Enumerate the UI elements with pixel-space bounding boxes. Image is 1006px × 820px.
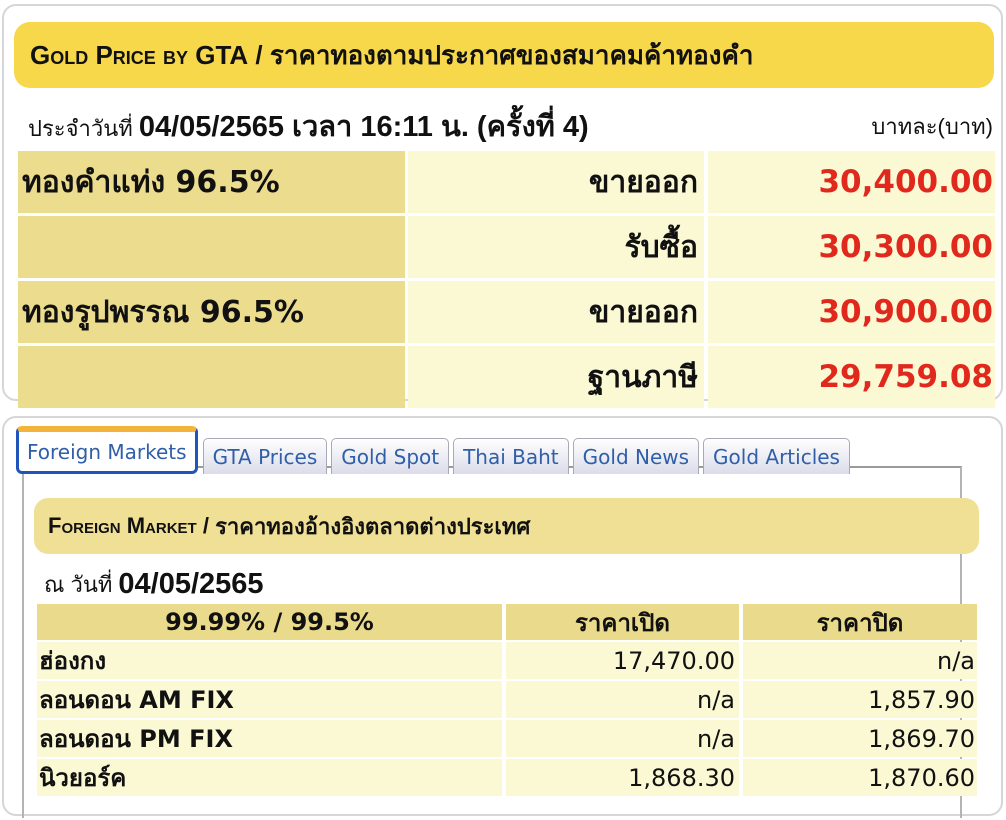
gta-price-row: ฐานภาษี 29,759.08 (18, 346, 995, 408)
table-row: นิวยอร์ค 1,868.30 1,870.60 (37, 759, 977, 796)
tab-gold-articles[interactable]: Gold Articles (703, 438, 850, 474)
gta-price-type: ขายออก (408, 151, 704, 213)
close-price: 1,857.90 (743, 681, 977, 718)
table-row: ลอนดอน AM FIX n/a 1,857.90 (37, 681, 977, 718)
tab-gold-spot[interactable]: Gold Spot (331, 438, 450, 474)
column-header-purity: 99.99% / 99.5% (37, 604, 502, 640)
foreign-date: ณ วันที่ 04/05/2565 (44, 564, 264, 604)
market-name: ลอนดอน AM FIX (37, 681, 502, 718)
foreign-market-header: Foreign Market / ราคาทองอ้างอิงตลาดต่างป… (34, 498, 979, 554)
tab-bar: Foreign Markets GTA Prices Gold Spot Tha… (16, 424, 854, 474)
foreign-date-value: 04/05/2565 (118, 567, 264, 600)
gta-unit-label: บาทละ(บาท) (871, 113, 993, 139)
open-price: 17,470.00 (506, 642, 739, 679)
gta-product-name: ทองรูปพรรณ 96.5% (18, 281, 405, 343)
close-price: 1,869.70 (743, 720, 977, 757)
open-price: 1,868.30 (506, 759, 739, 796)
foreign-header-separator: / (196, 513, 216, 538)
open-price: n/a (506, 720, 739, 757)
gta-date-value: 04/05/2565 เวลา 16:11 น. (ครั้งที่ 4) (138, 111, 589, 143)
gta-price-row: ทองคำแท่ง 96.5% ขายออก 30,400.00 (18, 151, 995, 213)
column-header-open: ราคาเปิด (506, 604, 739, 640)
open-price: n/a (506, 681, 739, 718)
table-row: ลอนดอน PM FIX n/a 1,869.70 (37, 720, 977, 757)
gta-price-row: ทองรูปพรรณ 96.5% ขายออก 30,900.00 (18, 281, 995, 343)
gta-price-type: ฐานภาษี (408, 346, 704, 408)
gta-header-title-en: Gold Price by GTA (30, 39, 249, 70)
gta-panel-header: Gold Price by GTA / ราคาทองตามประกาศของส… (14, 22, 994, 88)
gta-date-prefix: ประจำวันที่ (28, 116, 139, 141)
gta-price-value: 30,400.00 (708, 151, 995, 213)
gta-header-title-th: ราคาทองตามประกาศของสมาคมค้าทองคำ (269, 39, 754, 70)
market-name: นิวยอร์ค (37, 759, 502, 796)
table-header-row: 99.99% / 99.5% ราคาเปิด ราคาปิด (37, 604, 977, 640)
gta-price-value: 30,300.00 (708, 216, 995, 278)
tab-thai-baht[interactable]: Thai Baht (453, 438, 569, 474)
market-name: ลอนดอน PM FIX (37, 720, 502, 757)
gta-product-name: ทองคำแท่ง 96.5% (18, 151, 405, 213)
close-price: 1,870.60 (743, 759, 977, 796)
foreign-date-prefix: ณ วันที่ (44, 571, 113, 597)
gta-price-type: ขายออก (408, 281, 704, 343)
tab-gta-prices[interactable]: GTA Prices (202, 438, 328, 474)
gta-price-type: รับซื้อ (408, 216, 704, 278)
foreign-header-title-th: ราคาทองอ้างอิงตลาดต่างประเทศ (215, 513, 531, 539)
gta-header-separator: / (248, 39, 270, 70)
market-tabs-panel: Foreign Markets GTA Prices Gold Spot Tha… (2, 416, 1003, 818)
gta-date: ประจำวันที่ 04/05/2565 เวลา 16:11 น. (คร… (28, 103, 589, 149)
market-name: ฮ่องกง (37, 642, 502, 679)
foreign-market-table: 99.99% / 99.5% ราคาเปิด ราคาปิด ฮ่องกง 1… (37, 604, 977, 798)
gta-price-value: 29,759.08 (708, 346, 995, 408)
gta-price-table: ทองคำแท่ง 96.5% ขายออก 30,400.00 รับซื้อ… (18, 151, 995, 411)
table-row: ฮ่องกง 17,470.00 n/a (37, 642, 977, 679)
gta-date-line: ประจำวันที่ 04/05/2565 เวลา 16:11 น. (คร… (28, 106, 993, 146)
gta-product-name (18, 216, 405, 278)
gta-price-panel: Gold Price by GTA / ราคาทองตามประกาศของส… (2, 4, 1003, 408)
gta-product-name (18, 346, 405, 408)
tab-foreign-markets[interactable]: Foreign Markets (16, 426, 198, 474)
tab-gold-news[interactable]: Gold News (572, 438, 700, 474)
close-price: n/a (743, 642, 977, 679)
column-header-close: ราคาปิด (743, 604, 977, 640)
foreign-header-title-en: Foreign Market (48, 513, 197, 538)
gta-price-value: 30,900.00 (708, 281, 995, 343)
gta-price-row: รับซื้อ 30,300.00 (18, 216, 995, 278)
